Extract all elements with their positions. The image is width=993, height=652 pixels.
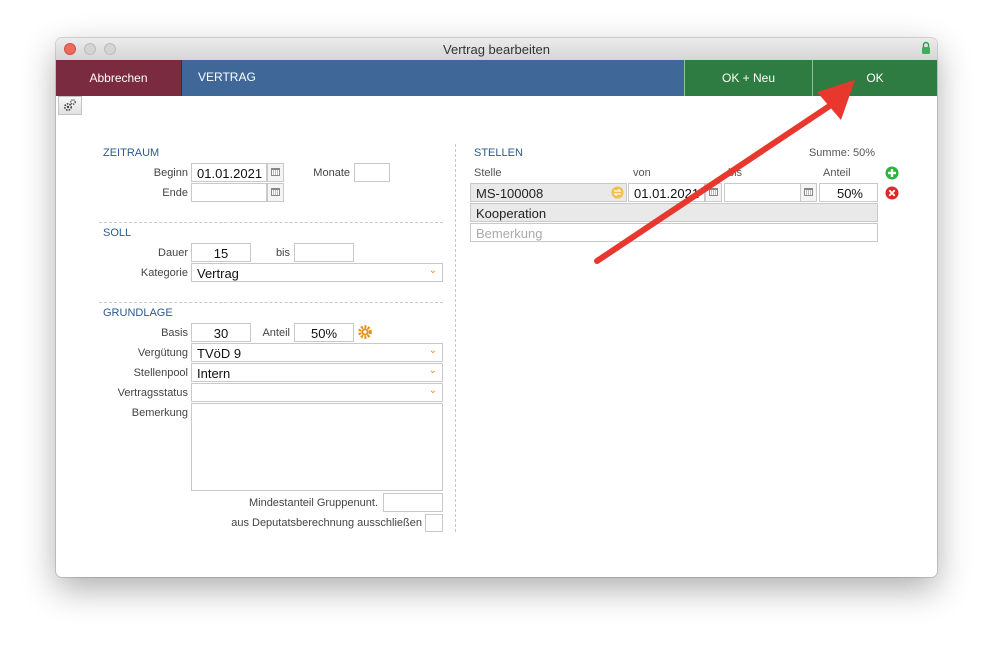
bemerkung-label: Bemerkung <box>131 407 188 419</box>
chevron-down-icon: ⌄ <box>428 385 437 396</box>
beginn-date-field[interactable]: 01.01.2021 <box>191 163 267 182</box>
anteil-label: Anteil <box>262 327 290 339</box>
verguetung-select[interactable]: TVöD 9 ⌄ <box>191 343 443 362</box>
bis-field[interactable] <box>294 243 354 262</box>
column-divider <box>455 144 456 532</box>
vertragsstatus-select[interactable]: ⌄ <box>191 383 443 402</box>
verguetung-label: Vergütung <box>137 347 188 359</box>
divider <box>99 302 443 303</box>
ok-button[interactable]: OK <box>812 60 937 96</box>
verguetung-value: TVöD 9 <box>197 346 242 361</box>
basis-label: Basis <box>161 327 188 339</box>
chevron-down-icon: ⌄ <box>428 365 437 376</box>
column-header-von: von <box>633 167 651 179</box>
kooperation-field[interactable]: Kooperation <box>470 203 878 222</box>
chevron-down-icon: ⌄ <box>428 345 437 356</box>
cancel-button[interactable]: Abbrechen <box>56 60 181 96</box>
kategorie-label: Kategorie <box>140 267 188 279</box>
window-title: Vertrag bearbeiten <box>443 42 550 57</box>
dauer-label: Dauer <box>158 247 188 259</box>
vertragsstatus-label: Vertragsstatus <box>117 387 188 399</box>
title-bar: Vertrag bearbeiten <box>56 38 937 61</box>
dauer-field[interactable]: 15 <box>191 243 251 262</box>
stelle-field[interactable]: MS-100008 <box>470 183 627 202</box>
ok-new-button[interactable]: OK + Neu <box>684 60 812 96</box>
kategorie-select[interactable]: Vertrag ⌄ <box>191 263 443 282</box>
bemerkung-textarea[interactable] <box>191 403 443 491</box>
von-date-field[interactable]: 01.01.2021 <box>628 183 705 202</box>
mindestanteil-field[interactable] <box>383 493 443 512</box>
monate-field[interactable] <box>354 163 390 182</box>
stellenpool-select[interactable]: Intern ⌄ <box>191 363 443 382</box>
basis-field[interactable]: 30 <box>191 323 251 342</box>
settings-button[interactable] <box>58 96 82 115</box>
stellen-heading: STELLEN <box>474 147 523 159</box>
action-toolbar: Abbrechen VERTRAG OK + Neu OK <box>56 60 937 96</box>
ende-date-field[interactable] <box>191 183 267 202</box>
stellenpool-label: Stellenpool <box>133 367 188 379</box>
stellenpool-value: Intern <box>197 366 231 381</box>
dialog-window: Vertrag bearbeiten Abbrechen VERTRAG OK … <box>56 38 937 577</box>
swap-icon[interactable] <box>611 186 624 199</box>
monate-label: Monate <box>313 167 350 179</box>
ende-label: Ende <box>162 187 188 199</box>
bis-date-field[interactable] <box>724 183 801 202</box>
calendar-icon[interactable] <box>800 183 817 202</box>
stellen-anteil-field[interactable]: 50% <box>819 183 878 202</box>
calendar-icon[interactable] <box>267 183 284 202</box>
zeitraum-heading: ZEITRAUM <box>103 147 160 159</box>
column-header-anteil: Anteil <box>823 167 851 179</box>
kategorie-value: Vertrag <box>197 266 239 281</box>
summe-label: Summe: 50% <box>808 147 875 159</box>
deputat-checkbox[interactable] <box>425 514 443 532</box>
column-header-bis: bis <box>728 167 743 179</box>
divider <box>99 222 443 223</box>
stelle-value: MS-100008 <box>476 186 544 201</box>
calendar-icon[interactable] <box>705 183 722 202</box>
grundlage-heading: GRUNDLAGE <box>103 307 173 319</box>
annotation-arrow <box>594 80 855 264</box>
x-circle-icon[interactable] <box>885 186 899 200</box>
soll-heading: SOLL <box>103 227 132 239</box>
chevron-down-icon: ⌄ <box>428 265 437 276</box>
anteil-field[interactable]: 50% <box>294 323 354 342</box>
gear-icon <box>64 99 76 112</box>
gear-icon[interactable] <box>357 324 373 340</box>
plus-circle-icon[interactable] <box>885 166 899 180</box>
stellen-bemerkung-field[interactable]: Bemerkung <box>470 223 878 242</box>
section-title: VERTRAG <box>181 60 684 96</box>
column-header-stelle: Stelle <box>474 167 502 179</box>
calendar-icon[interactable] <box>267 163 284 182</box>
deputat-label: aus Deputatsberechnung ausschließen <box>231 517 422 529</box>
mindestanteil-label: Mindestanteil Gruppenunt. <box>248 497 378 509</box>
lock-icon <box>922 41 930 54</box>
bis-label: bis <box>275 247 290 259</box>
beginn-label: Beginn <box>153 167 188 179</box>
